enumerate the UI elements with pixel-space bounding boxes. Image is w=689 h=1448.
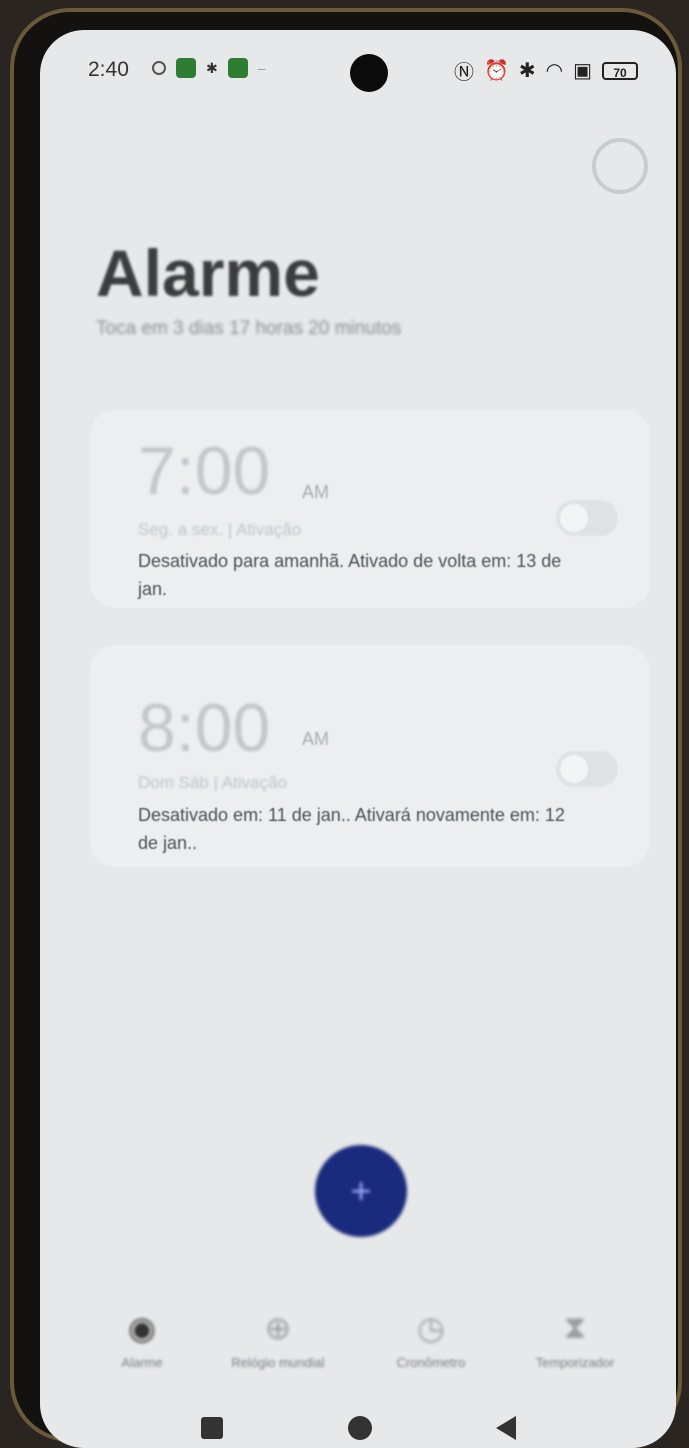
settings-icon [592, 138, 648, 194]
tab-label: Relógio mundial [231, 1354, 325, 1370]
alarm-card[interactable]: 7:00 AM Seg. a sex. | Ativação Desativad… [90, 410, 650, 608]
phone-frame: 2:40 ✱ – Ⓝ ⏰ ✱ ◠ ▣ 70 Alarme Toca em 3 d… [10, 8, 682, 1448]
page-title: Alarme [96, 236, 320, 310]
bug-icon: ✱ [206, 59, 218, 76]
back-button[interactable] [492, 1414, 520, 1442]
app-notification-icon [176, 58, 196, 78]
app-notification-icon-2 [227, 58, 248, 78]
battery-icon: 70 [602, 61, 638, 80]
back-icon [496, 1416, 516, 1440]
status-right-icons: Ⓝ ⏰ ✱ ◠ ▣ 70 [454, 56, 638, 85]
tab-world-clock[interactable]: ⊕ Relógio mundial [214, 1288, 342, 1390]
alarm-card[interactable]: 8:00 AM Dom Sáb | Ativação Desativado em… [90, 645, 650, 867]
alarm-days: Seg. a sex. | Ativação [138, 520, 302, 539]
system-nav-bar [40, 1408, 676, 1448]
tab-label: Temporizador [535, 1354, 615, 1370]
front-camera [350, 54, 388, 92]
tab-stopwatch[interactable]: ◷ Cronômetro [380, 1288, 482, 1390]
screen: 2:40 ✱ – Ⓝ ⏰ ✱ ◠ ▣ 70 Alarme Toca em 3 d… [40, 30, 676, 1448]
nfc-icon: Ⓝ [453, 62, 474, 84]
alarm-time: 8:00 [138, 690, 271, 766]
stopwatch-icon: ◷ [417, 1309, 445, 1346]
alarm-icon: ◉ [128, 1309, 156, 1346]
status-left-icons: ✱ – [152, 58, 266, 78]
bottom-nav: ◉ Alarme ⊕ Relógio mundial ◷ Cronômetro … [40, 1288, 676, 1398]
bluetooth-icon: ✱ [518, 60, 536, 82]
tab-label: Cronômetro [396, 1354, 466, 1370]
tab-timer[interactable]: ⧗ Temporizador [512, 1288, 638, 1390]
status-time: 2:40 [88, 58, 129, 81]
add-alarm-button[interactable]: + [315, 1145, 407, 1237]
next-alarm-subtitle: Toca em 3 dias 17 horas 20 minutos [96, 318, 402, 339]
plus-icon: + [350, 1170, 372, 1211]
recents-icon [201, 1417, 223, 1439]
alarm-days: Dom Sáb | Ativação [138, 773, 287, 792]
toggle-knob [560, 755, 588, 783]
hourglass-icon: ⧗ [563, 1308, 587, 1345]
alarm-status: Desativado para amanhã. Ativado de volta… [138, 551, 562, 599]
home-icon [348, 1416, 372, 1440]
tab-label: Alarme [121, 1354, 163, 1370]
alarm-time: 7:00 [138, 433, 271, 509]
alarm-status-icon: ⏰ [483, 60, 509, 82]
alarm-ampm: AM [302, 729, 329, 749]
settings-button[interactable] [586, 122, 654, 210]
tab-alarm[interactable]: ◉ Alarme [106, 1288, 178, 1390]
status-bar: 2:40 ✱ – Ⓝ ⏰ ✱ ◠ ▣ 70 [40, 30, 676, 100]
globe-icon: ⊕ [264, 1309, 292, 1346]
more-icon: – [257, 60, 266, 76]
notification-icon [152, 61, 166, 75]
toggle-knob [560, 504, 588, 532]
recents-button[interactable] [198, 1414, 226, 1442]
wifi-icon: ◠ [545, 60, 564, 82]
alarm-status: Desativado em: 11 de jan.. Ativará novam… [138, 805, 565, 853]
sim-icon: ▣ [573, 60, 592, 82]
home-button[interactable] [346, 1414, 374, 1442]
alarm-toggle[interactable] [556, 500, 618, 536]
alarm-toggle[interactable] [556, 751, 618, 787]
alarm-ampm: AM [302, 482, 329, 502]
